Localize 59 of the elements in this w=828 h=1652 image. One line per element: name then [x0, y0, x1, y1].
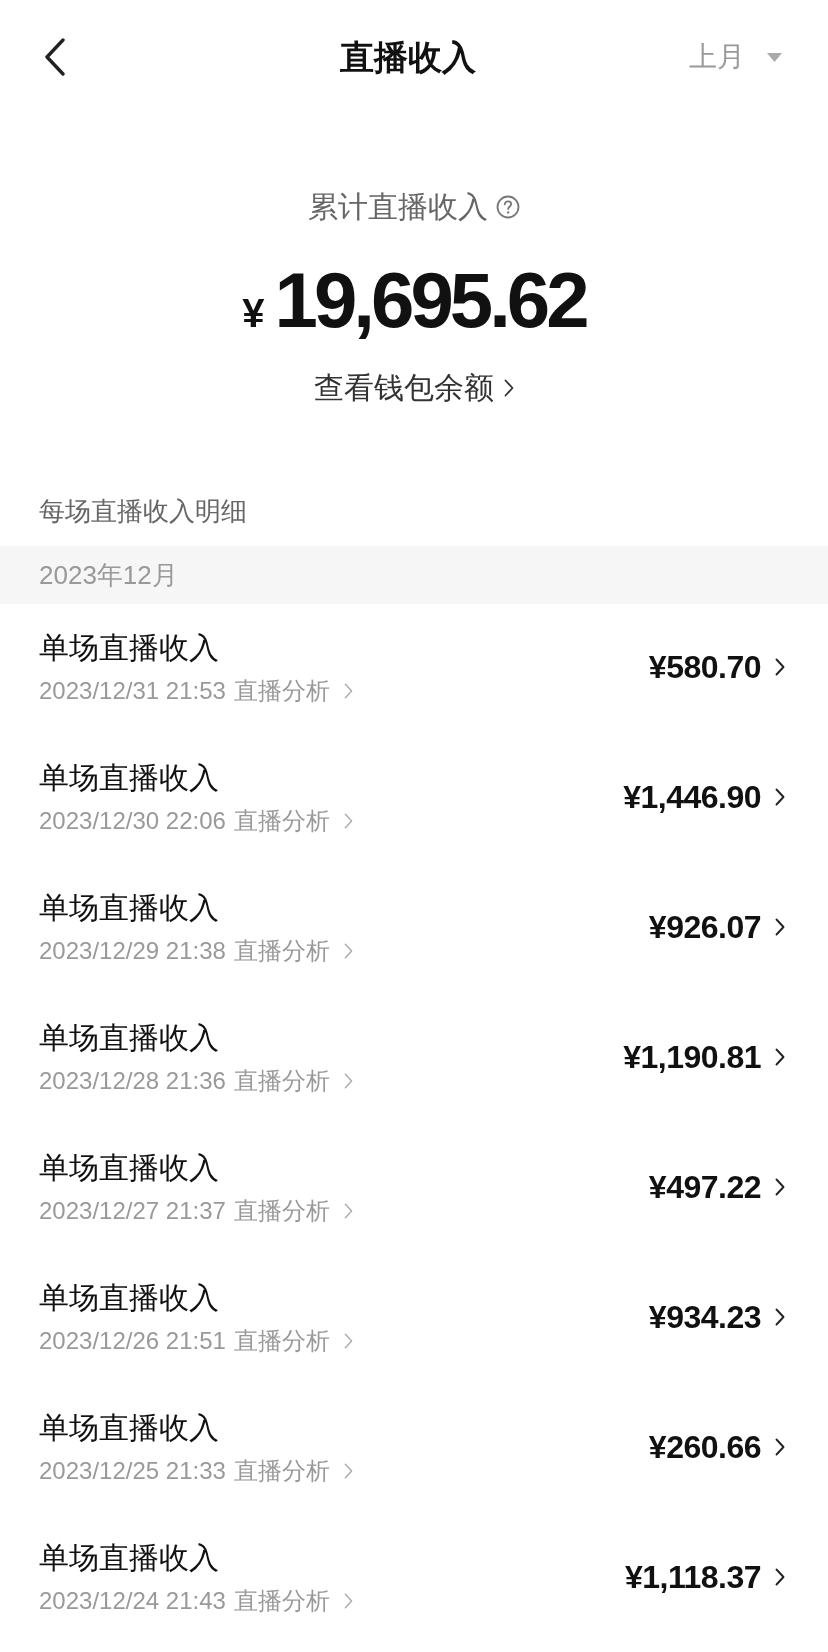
- income-row[interactable]: 单场直播收入 2023/12/26 21:51 直播分析 ¥934.23: [0, 1254, 828, 1384]
- total-income-label: 累计直播收入: [308, 189, 488, 225]
- wallet-balance-link[interactable]: 查看钱包余额: [314, 368, 514, 408]
- chevron-right-icon: [343, 1333, 353, 1349]
- chevron-right-icon: [343, 1203, 353, 1219]
- caret-down-icon: [767, 52, 782, 62]
- help-icon[interactable]: [496, 195, 520, 219]
- income-amount: ¥934.23: [648, 1298, 761, 1337]
- chevron-right-icon: [343, 1593, 353, 1609]
- total-income-amount: 19,695.62: [274, 255, 586, 345]
- row-title: 单场直播收入: [39, 890, 220, 926]
- income-amount: ¥497.22: [648, 1168, 761, 1207]
- session-datetime: 2023/12/31 21:53: [39, 676, 226, 706]
- income-row[interactable]: 单场直播收入 2023/12/27 21:37 直播分析 ¥497.22: [0, 1124, 828, 1254]
- chevron-right-icon: [775, 658, 785, 676]
- income-amount: ¥926.07: [648, 908, 761, 947]
- row-title: 单场直播收入: [39, 1410, 220, 1446]
- row-title: 单场直播收入: [39, 760, 220, 796]
- row-title: 单场直播收入: [39, 630, 220, 666]
- session-datetime: 2023/12/27 21:37: [39, 1196, 226, 1226]
- chevron-right-icon: [343, 943, 353, 959]
- income-row[interactable]: 单场直播收入 2023/12/28 21:36 直播分析 ¥1,190.81: [0, 994, 828, 1124]
- row-title: 单场直播收入: [39, 1150, 220, 1186]
- chevron-right-icon: [343, 683, 353, 699]
- session-datetime: 2023/12/25 21:33: [39, 1456, 226, 1486]
- income-amount: ¥1,190.81: [623, 1038, 761, 1077]
- session-datetime: 2023/12/24 21:43: [39, 1586, 226, 1616]
- back-chevron-icon: [44, 38, 66, 76]
- income-row[interactable]: 单场直播收入 2023/12/30 22:06 直播分析 ¥1,446.90: [0, 734, 828, 864]
- currency-symbol: ¥: [242, 290, 265, 337]
- chevron-right-icon: [775, 788, 785, 806]
- income-amount: ¥1,118.37: [624, 1558, 761, 1597]
- chevron-right-icon: [775, 1178, 785, 1196]
- chevron-right-icon: [775, 918, 785, 936]
- row-title: 单场直播收入: [39, 1020, 220, 1056]
- income-amount: ¥260.66: [648, 1428, 761, 1467]
- chevron-right-icon: [775, 1048, 785, 1066]
- income-amount: ¥580.70: [648, 648, 761, 687]
- income-row[interactable]: 单场直播收入 2023/12/31 21:53 直播分析 ¥580.70: [0, 604, 828, 734]
- month-label: 2023年12月: [39, 559, 178, 592]
- chevron-right-icon: [775, 1568, 785, 1586]
- chevron-right-icon: [775, 1308, 785, 1326]
- chevron-right-icon: [775, 1438, 785, 1456]
- session-datetime: 2023/12/28 21:36: [39, 1066, 226, 1096]
- chevron-right-icon: [504, 379, 514, 397]
- page-title: 直播收入: [340, 37, 476, 78]
- section-heading: 每场直播收入明细: [38, 495, 248, 528]
- row-title: 单场直播收入: [39, 1540, 220, 1576]
- session-datetime: 2023/12/30 22:06: [39, 806, 226, 836]
- session-datetime: 2023/12/29 21:38: [39, 936, 226, 966]
- row-title: 单场直播收入: [39, 1280, 220, 1316]
- income-amount: ¥1,446.90: [623, 778, 761, 817]
- chevron-right-icon: [343, 1463, 353, 1479]
- income-row[interactable]: 单场直播收入 2023/12/25 21:33 直播分析 ¥260.66: [0, 1384, 828, 1514]
- income-row[interactable]: 单场直播收入 2023/12/29 21:38 直播分析 ¥926.07: [0, 864, 828, 994]
- income-row[interactable]: 单场直播收入 2023/12/24 21:43 直播分析 ¥1,118.37: [0, 1514, 828, 1644]
- session-datetime: 2023/12/26 21:51: [39, 1326, 226, 1356]
- chevron-right-icon: [343, 1073, 353, 1089]
- chevron-right-icon: [343, 813, 353, 829]
